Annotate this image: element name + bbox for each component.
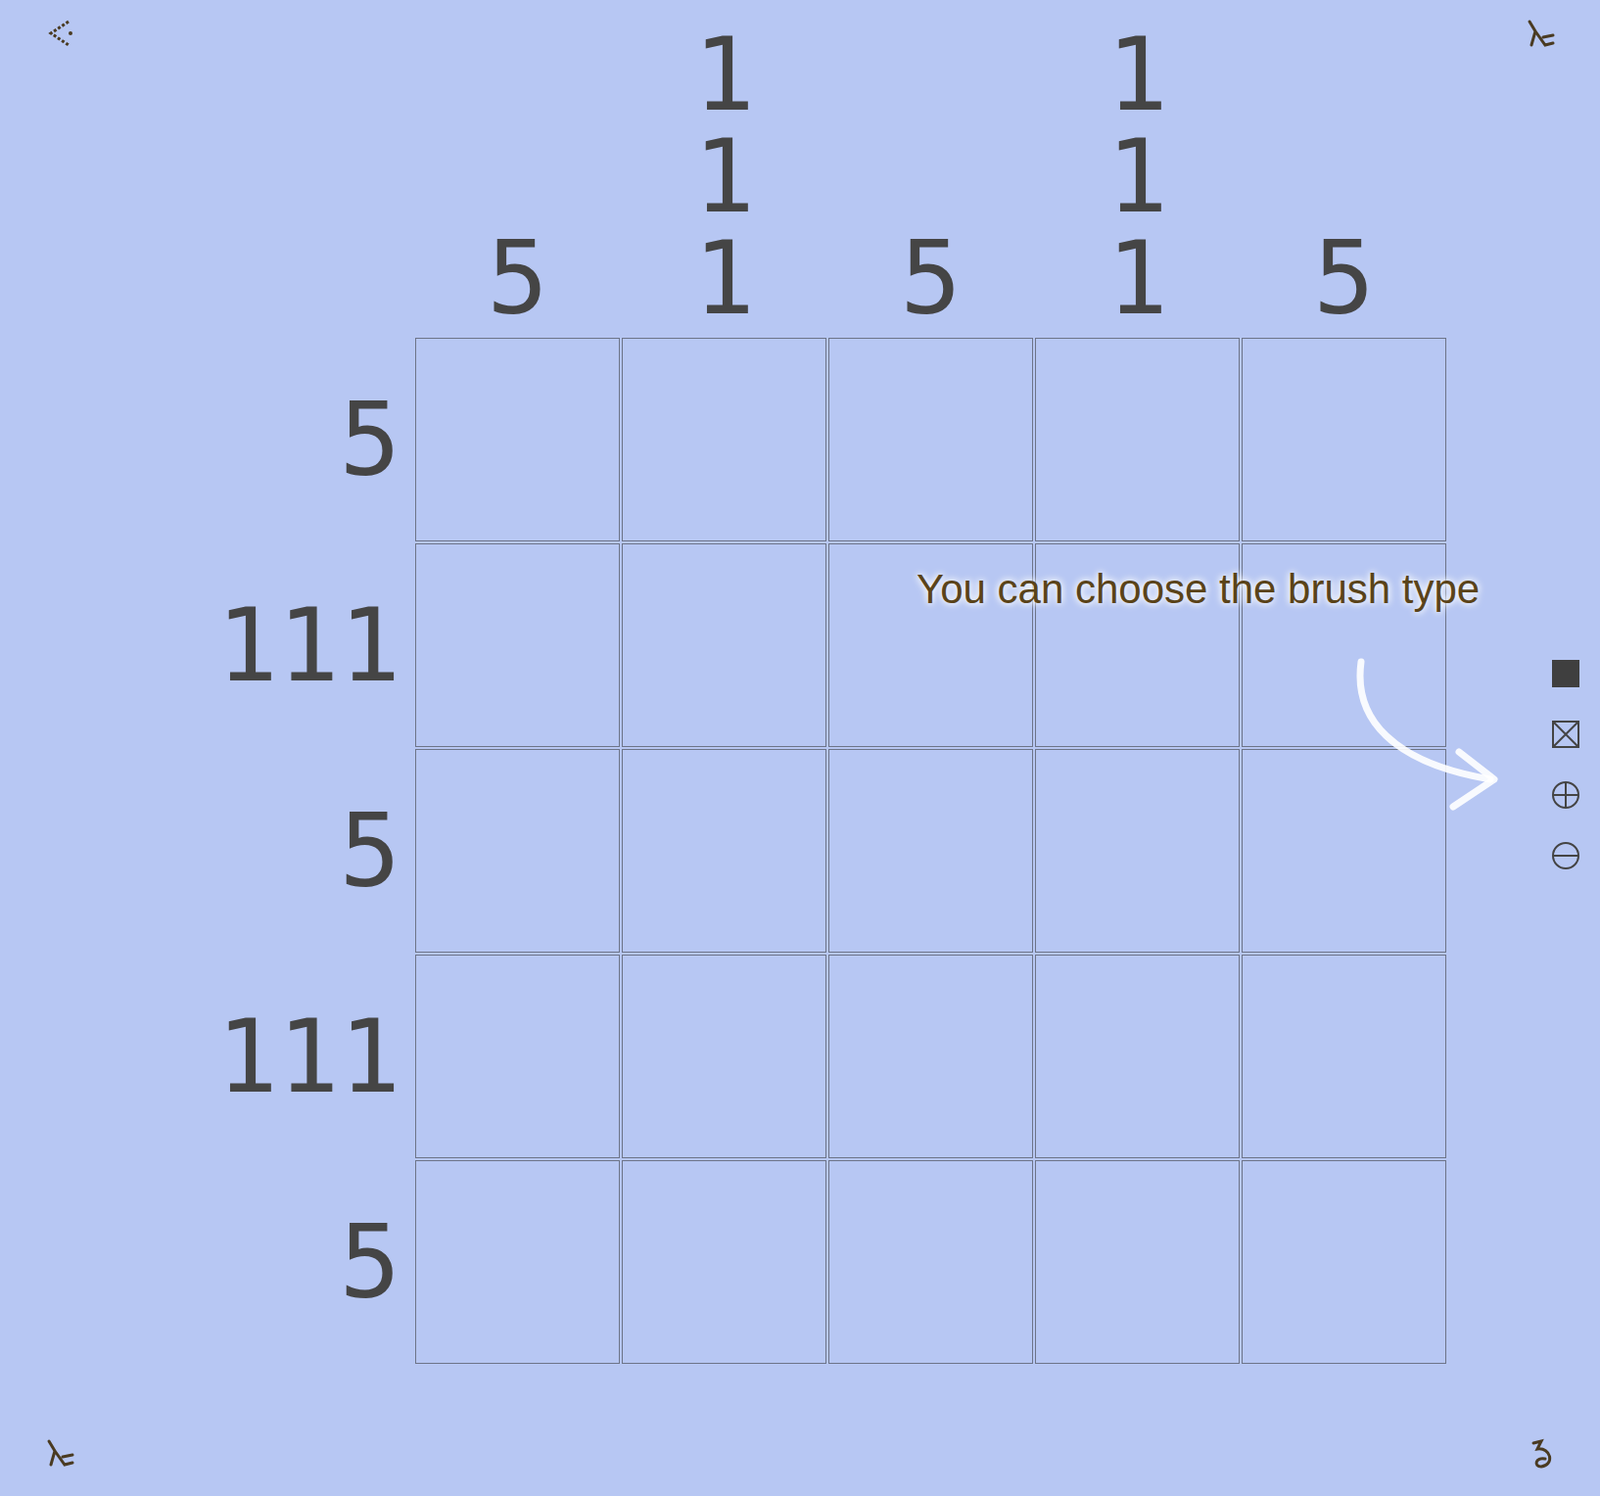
menu-icon[interactable]: [1521, 15, 1561, 55]
clue-number: 1: [216, 1005, 279, 1108]
row-clue: 5: [0, 1159, 415, 1365]
hint-text: You can choose the brush type: [916, 565, 1480, 613]
column-clue: 111: [620, 0, 828, 337]
clue-number: 1: [338, 594, 401, 697]
column-clue: 5: [827, 0, 1035, 337]
nonogram-screen: 511151115511151115You can choose the bru…: [0, 0, 1600, 1496]
clue-number: 1: [216, 594, 279, 697]
row-clue: 111: [0, 542, 415, 749]
grid-cell[interactable]: [1241, 954, 1447, 1159]
grid-cell[interactable]: [621, 543, 827, 748]
grid-cell[interactable]: [828, 337, 1034, 542]
brush-toolbar: [1550, 658, 1582, 872]
grid-cell[interactable]: [621, 337, 827, 542]
grid-cell[interactable]: [1035, 337, 1240, 542]
grid-cell[interactable]: [1241, 337, 1447, 542]
clue-number: 5: [338, 388, 401, 491]
clue-number: 5: [899, 227, 962, 330]
cross-tool-icon[interactable]: [1550, 718, 1582, 751]
grid-cell[interactable]: [1241, 1160, 1447, 1365]
grid-cell[interactable]: [621, 954, 827, 1159]
grid-cell[interactable]: [415, 337, 620, 542]
clue-number: 1: [1106, 125, 1169, 228]
fill-tool-icon[interactable]: [1550, 658, 1582, 690]
grid-cell[interactable]: [415, 749, 620, 953]
grid-cell[interactable]: [415, 1160, 620, 1365]
clue-number: 1: [693, 125, 755, 228]
grid-cell[interactable]: [1241, 749, 1447, 953]
row-clue: 111: [0, 953, 415, 1160]
column-clue: 5: [414, 0, 621, 337]
clue-number: 1: [693, 227, 755, 330]
board-corner: [0, 0, 415, 337]
grid-cell[interactable]: [621, 1160, 827, 1365]
clue-number: 1: [338, 1005, 401, 1108]
grid-cell[interactable]: [415, 543, 620, 748]
clue-number: 1: [278, 594, 340, 697]
row-clue: 5: [0, 748, 415, 954]
grid-cell[interactable]: [1035, 1160, 1240, 1365]
clue-number: 1: [1106, 23, 1169, 126]
clue-number: 5: [1313, 227, 1375, 330]
clue-number: 1: [1106, 227, 1169, 330]
hint-arrow-icon: [1343, 650, 1520, 837]
column-clue: 5: [1240, 0, 1448, 337]
grid-cell[interactable]: [415, 954, 620, 1159]
clue-number: 5: [486, 227, 549, 330]
undo-icon[interactable]: [1523, 1435, 1563, 1475]
clue-number: 5: [338, 800, 401, 902]
grid-cell[interactable]: [1035, 749, 1240, 953]
clue-number: 1: [278, 1005, 340, 1108]
row-clue: 5: [0, 336, 415, 543]
grid-cell[interactable]: [828, 749, 1034, 953]
grid-cell[interactable]: [828, 1160, 1034, 1365]
hint-icon[interactable]: [41, 1435, 81, 1475]
grid-cell[interactable]: [828, 954, 1034, 1159]
back-icon[interactable]: [41, 13, 81, 53]
grid-cell[interactable]: [621, 749, 827, 953]
zoom-out-tool-icon[interactable]: [1550, 840, 1582, 872]
column-clue: 111: [1034, 0, 1241, 337]
clue-number: 1: [693, 23, 755, 126]
grid-cell[interactable]: [1035, 954, 1240, 1159]
clue-number: 5: [338, 1211, 401, 1314]
zoom-in-tool-icon[interactable]: [1550, 779, 1582, 811]
